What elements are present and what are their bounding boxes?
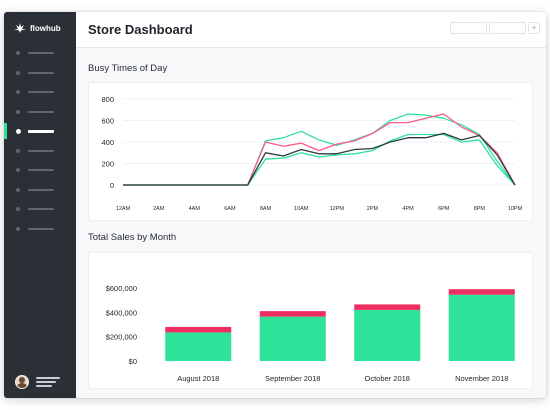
x-tick-label: 4PM xyxy=(402,206,414,212)
nav-dot-icon xyxy=(16,187,20,192)
y-tick-label: 600 xyxy=(101,117,114,126)
sidebar-item-7[interactable] xyxy=(4,165,76,175)
sidebar-item-label xyxy=(28,110,54,113)
sidebar-item-label xyxy=(28,71,54,74)
y-tick-label: 800 xyxy=(101,95,114,104)
sidebar-item-label xyxy=(28,149,54,152)
x-tick-label: 4AM xyxy=(189,206,201,212)
y-tick-label: 0 xyxy=(110,181,114,190)
nav-dot-icon xyxy=(15,128,21,134)
sidebar-item-1[interactable] xyxy=(4,48,76,58)
bar-segment-2 xyxy=(354,304,421,310)
y-tick-label: 400 xyxy=(101,138,114,147)
x-tick-label: 12PM xyxy=(330,206,345,212)
brand-name: flowhub xyxy=(30,23,61,33)
x-tick-label: 2PM xyxy=(367,206,379,212)
x-tick-label: 12AM xyxy=(116,206,131,212)
top-bar: Store Dashboard + xyxy=(76,12,546,48)
sidebar-item-label xyxy=(28,130,54,133)
sidebar-item-8[interactable] xyxy=(4,185,76,195)
sidebar-item-4[interactable] xyxy=(4,107,76,117)
x-tick-label: 2AM xyxy=(153,206,165,212)
nav-dot-icon xyxy=(16,148,20,153)
total-sales-title: Total Sales by Month xyxy=(88,232,177,243)
y-tick-label: $200,000 xyxy=(106,333,137,342)
sidebar-item-label xyxy=(28,91,54,93)
x-category-label: September 2018 xyxy=(265,374,320,383)
sidebar-item-5[interactable] xyxy=(4,123,76,139)
busy-times-chart: 800 600 400 200 0 12AM 2AM 4AM 6AM 8AM 10AM 12PM 2PM… xyxy=(101,95,523,212)
y-tick-label: $600,000 xyxy=(106,284,137,293)
x-category-label: October 2018 xyxy=(365,374,410,383)
x-tick-label: 6PM xyxy=(438,206,450,212)
toolbar-field-2[interactable] xyxy=(489,22,526,34)
y-tick-label: 200 xyxy=(101,160,114,169)
y-tick-label: $0 xyxy=(129,357,137,366)
toolbar-field-1[interactable] xyxy=(450,22,487,34)
total-sales-card: $600,000 $400,000 $200,000 $0 August 2018 Sep… xyxy=(88,252,533,389)
series-line-2 xyxy=(123,113,516,186)
active-indicator xyxy=(4,123,7,139)
brand-logo[interactable]: flowhub xyxy=(14,23,61,33)
busy-times-title: Busy Times of Day xyxy=(88,63,168,74)
x-category-label: August 2018 xyxy=(177,374,219,383)
sidebar-item-label xyxy=(28,208,54,210)
sidebar-item-label xyxy=(28,227,54,230)
nav-dot-icon xyxy=(16,70,20,75)
bar-segment-1 xyxy=(354,309,421,361)
nav-dot-icon xyxy=(16,207,20,211)
sidebar-item-label xyxy=(28,52,54,54)
sidebar-item-6[interactable] xyxy=(4,146,76,156)
bar-segment-1 xyxy=(165,332,232,361)
sidebar-item-3[interactable] xyxy=(4,87,76,97)
avatar[interactable] xyxy=(15,375,29,389)
nav-dot-icon xyxy=(16,51,20,55)
sidebar-item-10[interactable] xyxy=(4,224,76,234)
series-line-4 xyxy=(123,132,516,186)
sidebar-item-label xyxy=(28,188,54,191)
bar-segment-2 xyxy=(259,311,326,317)
app-window: flowhub Store Dashboard + Busy Times of … xyxy=(4,12,546,398)
menu-lines-icon xyxy=(36,375,60,389)
nav-dot-icon xyxy=(16,226,20,231)
sidebar-item-9[interactable] xyxy=(4,204,76,214)
bar-segment-2 xyxy=(448,289,515,295)
sidebar-item-2[interactable] xyxy=(4,68,76,78)
nav-dot-icon xyxy=(16,90,20,94)
total-sales-chart: $600,000 $400,000 $200,000 $0 August 2018 Sep… xyxy=(106,284,515,383)
busy-times-card: 800 600 400 200 0 12AM 2AM 4AM 6AM 8AM 10AM 12PM 2PM… xyxy=(88,82,533,221)
x-tick-label: 6AM xyxy=(224,206,236,212)
x-tick-label: 8PM xyxy=(474,206,486,212)
nav-dot-icon xyxy=(16,109,20,114)
page-title: Store Dashboard xyxy=(88,22,193,37)
y-tick-label: $400,000 xyxy=(106,308,137,317)
bar-segment-1 xyxy=(448,294,515,361)
x-category-label: November 2018 xyxy=(455,374,508,383)
bar-segment-2 xyxy=(165,326,232,333)
sidebar: flowhub xyxy=(4,12,76,398)
x-tick-label: 10AM xyxy=(294,206,309,212)
leaf-icon xyxy=(14,23,26,33)
x-tick-label: 8AM xyxy=(260,206,272,212)
nav-dot-icon xyxy=(16,168,20,172)
user-menu[interactable] xyxy=(15,375,60,389)
x-tick-label: 10PM xyxy=(508,206,523,212)
sidebar-item-label xyxy=(28,169,54,171)
add-button[interactable]: + xyxy=(528,22,540,34)
series-line-1 xyxy=(123,113,516,186)
bar-segment-1 xyxy=(259,316,326,361)
